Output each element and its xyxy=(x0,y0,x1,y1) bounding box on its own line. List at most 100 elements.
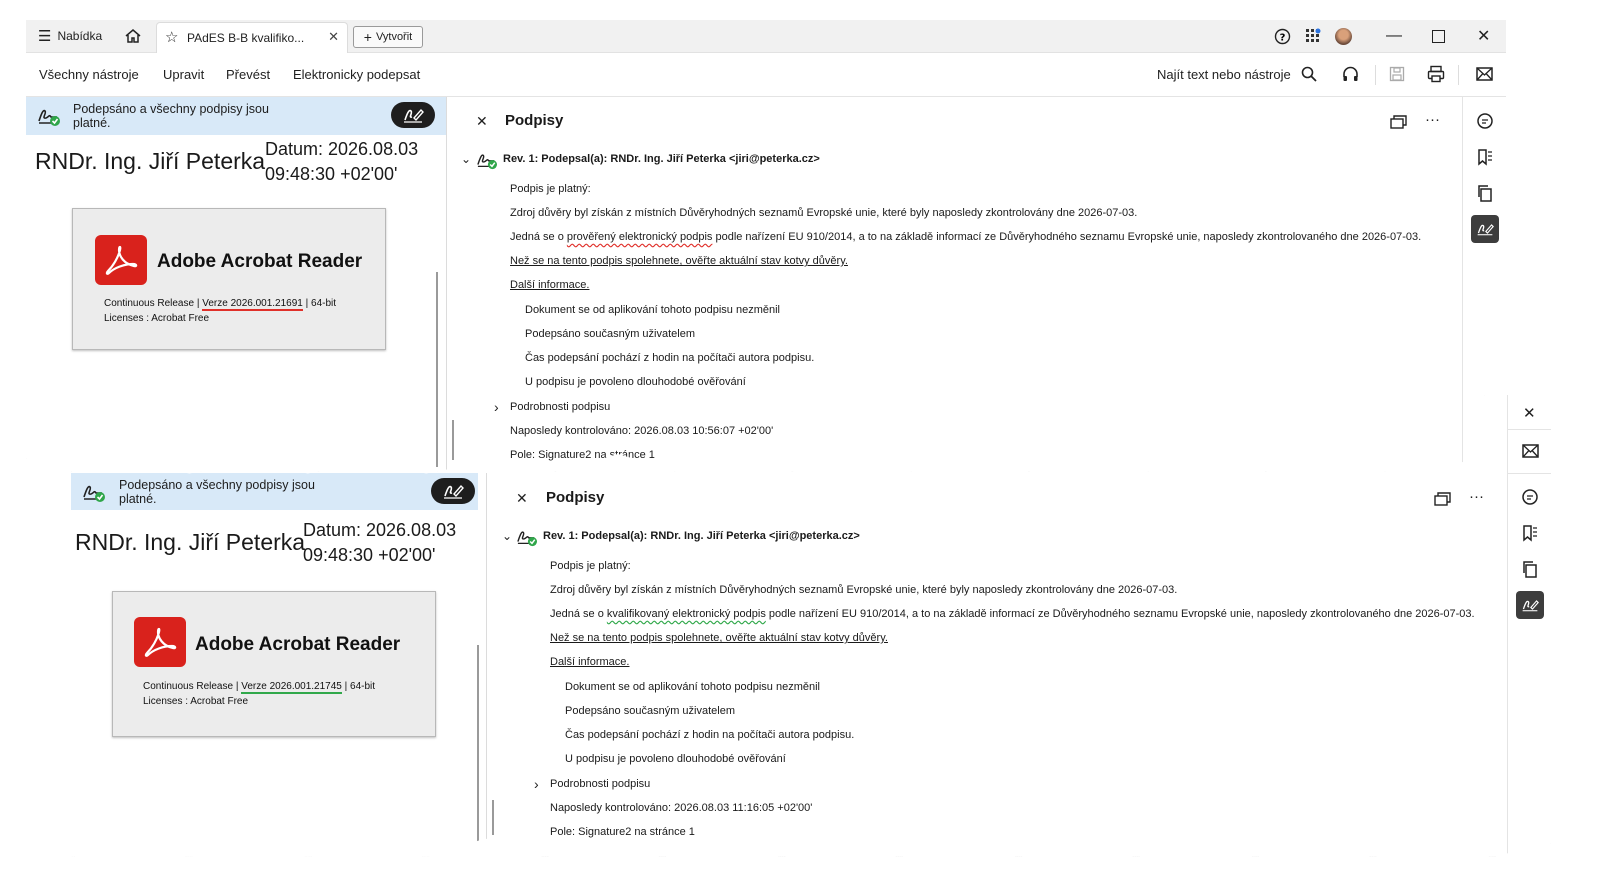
star-icon[interactable]: ☆ xyxy=(165,28,178,46)
panel-close-icon[interactable]: ✕ xyxy=(516,490,528,507)
signer-name: RNDr. Ing. Jiří Peterka xyxy=(75,529,306,555)
bookmark-icon[interactable] xyxy=(1475,147,1495,167)
licenses-line: Licenses : Acrobat Free xyxy=(143,696,249,707)
document-pane: Podepsáno a všechny podpisy jsou platné.… xyxy=(26,97,446,472)
all-tools-menu[interactable]: Všechny nástroje xyxy=(39,67,139,82)
banner-line-2: platné. xyxy=(119,492,157,506)
create-button[interactable]: + Vytvořit xyxy=(353,26,423,48)
signed-doc-icon xyxy=(83,485,105,502)
chevron-down-icon[interactable]: ⌄ xyxy=(502,529,512,543)
status-item-1: Dokument se od aplikování tohoto podpisu… xyxy=(525,304,780,316)
banner-line-1: Podepsáno a všechny podpisy jsou xyxy=(119,478,315,492)
licenses-line: Licenses : Acrobat Free xyxy=(104,313,210,324)
status-item-4: U podpisu je povoleno dlouhodobé ověřová… xyxy=(525,376,746,388)
sign-pen-button[interactable] xyxy=(431,478,475,504)
doc-scrollbar[interactable] xyxy=(436,272,438,467)
menu-button[interactable]: ☰ Nabídka xyxy=(38,20,102,52)
release-line: Continuous Release | Verze 2026.001.2169… xyxy=(104,298,337,311)
tab-close-icon[interactable]: ✕ xyxy=(328,29,339,45)
bookmark-icon[interactable] xyxy=(1520,523,1540,543)
signature-type-line: Jedná se o kvalifikovaný elektronický po… xyxy=(550,608,1475,620)
panel-title: Podpisy xyxy=(546,489,605,506)
search-tools-label[interactable]: Najít text nebo nástroje xyxy=(1157,67,1291,82)
signature-date: Datum: 2026.08.03 09:48:30 +02'00' xyxy=(265,139,419,184)
trust-anchor-link[interactable]: Než se na tento podpis spolehnete, ověřt… xyxy=(510,255,848,267)
pages-icon[interactable] xyxy=(1475,183,1495,203)
document-pane: Podepsáno a všechny podpisy jsou platné.… xyxy=(71,473,479,857)
close-icon[interactable]: ✕ xyxy=(1523,404,1536,422)
chevron-right-icon[interactable]: › xyxy=(534,776,539,792)
panel-options-icon[interactable] xyxy=(1434,491,1452,507)
signed-doc-icon xyxy=(517,531,537,547)
tab-document[interactable]: ☆ PAdES B-B kvalifiko... ✕ xyxy=(156,22,348,53)
status-item-2: Podepsáno současným uživatelem xyxy=(565,705,735,717)
home-button[interactable] xyxy=(124,20,142,52)
comment-icon[interactable] xyxy=(1520,487,1540,507)
signature-details[interactable]: Podrobnosti podpisu xyxy=(510,401,610,413)
last-checked-line: Naposledy kontrolováno: 2026.08.03 11:16… xyxy=(550,802,813,814)
version-number: Verze 2026.001.21691 xyxy=(202,298,303,311)
more-info-link[interactable]: Další informace. xyxy=(510,279,589,291)
convert-menu[interactable]: Převést xyxy=(226,67,270,82)
edit-menu[interactable]: Upravit xyxy=(163,67,204,82)
sign-pen-icon[interactable] xyxy=(1516,591,1544,619)
help-icon[interactable]: ? xyxy=(1274,20,1291,52)
apps-icon[interactable] xyxy=(1305,20,1321,52)
avatar[interactable] xyxy=(1335,20,1352,52)
more-icon[interactable]: ··· xyxy=(1469,488,1484,505)
field-line: Pole: Signature2 na stránce 1 xyxy=(510,449,655,461)
sign-pen-button[interactable] xyxy=(391,102,435,128)
esign-menu[interactable]: Elektronicky podepsat xyxy=(293,67,420,82)
banner-line-1: Podepsáno a všechny podpisy jsou xyxy=(73,102,269,116)
acrobat-logo xyxy=(134,617,186,667)
revision-header[interactable]: Rev. 1: Podepsal(a): RNDr. Ing. Jiří Pet… xyxy=(503,153,820,165)
valid-line: Podpis je platný: xyxy=(550,560,631,572)
search-icon[interactable] xyxy=(1301,66,1317,82)
chevron-down-icon[interactable]: ⌄ xyxy=(461,152,471,166)
doc-scrollbar[interactable] xyxy=(477,645,479,855)
sign-pen-icon[interactable] xyxy=(1471,215,1499,243)
print-icon[interactable] xyxy=(1427,65,1445,83)
signer-name: RNDr. Ing. Jiří Peterka xyxy=(35,148,266,174)
signed-doc-icon xyxy=(38,109,60,126)
more-icon[interactable]: ··· xyxy=(1425,111,1440,128)
tab-bar: ☰ Nabídka ☆ PAdES B-B kvalifiko... ✕ + V… xyxy=(26,20,1506,53)
save-icon[interactable] xyxy=(1389,66,1405,82)
signature-status-banner: Podepsáno a všechny podpisy jsou platné. xyxy=(71,473,478,510)
close-icon[interactable]: ✕ xyxy=(1477,20,1490,52)
app-name: Adobe Acrobat Reader xyxy=(195,634,401,655)
mail-icon[interactable] xyxy=(1476,67,1493,81)
main-toolbar: Všechny nástroje Upravit Převést Elektro… xyxy=(26,53,1506,97)
tab-title: PAdES B-B kvalifiko... xyxy=(187,31,305,45)
pages-icon[interactable] xyxy=(1520,559,1540,579)
status-item-1: Dokument se od aplikování tohoto podpisu… xyxy=(565,681,820,693)
trust-anchor-link[interactable]: Než se na tento podpis spolehnete, ověřt… xyxy=(550,632,888,644)
panel-title: Podpisy xyxy=(505,112,564,129)
home-icon xyxy=(125,29,141,43)
panel-options-icon[interactable] xyxy=(1390,114,1408,130)
trust-source-line: Zdroj důvěry byl získán z místních Důvěr… xyxy=(510,207,1138,219)
signatures-panel: ✕ Podpisy ··· ⌄ Rev. 1: Podepsal(a): RND… xyxy=(487,473,1507,857)
revision-header[interactable]: Rev. 1: Podepsal(a): RNDr. Ing. Jiří Pet… xyxy=(543,530,860,542)
hamburger-icon: ☰ xyxy=(38,28,52,45)
last-checked-line: Naposledy kontrolováno: 2026.08.03 10:56… xyxy=(510,425,774,437)
panel-close-icon[interactable]: ✕ xyxy=(476,113,488,130)
banner-line-2: platné. xyxy=(73,116,111,130)
status-item-3: Čas podepsání pochází z hodin na počítač… xyxy=(565,729,855,741)
more-info-link[interactable]: Další informace. xyxy=(550,656,629,668)
menu-label: Nabídka xyxy=(57,29,103,43)
acrobat-logo xyxy=(95,235,147,285)
valid-line: Podpis je platný: xyxy=(510,183,591,195)
trust-source-line: Zdroj důvěry byl získán z místních Důvěr… xyxy=(550,584,1178,596)
maximize-icon[interactable] xyxy=(1432,20,1445,52)
about-card: Adobe Acrobat Reader Continuous Release … xyxy=(112,591,436,737)
minimize-icon[interactable]: — xyxy=(1386,20,1402,52)
signature-details[interactable]: Podrobnosti podpisu xyxy=(550,778,650,790)
comment-icon[interactable] xyxy=(1475,111,1495,131)
right-rail: ✕ xyxy=(1507,395,1551,857)
chevron-right-icon[interactable]: › xyxy=(494,399,499,415)
status-item-3: Čas podepsání pochází z hodin na počítač… xyxy=(525,352,815,364)
mail-icon[interactable] xyxy=(1520,441,1540,461)
signed-doc-icon xyxy=(477,154,497,170)
headphones-icon[interactable] xyxy=(1342,66,1359,83)
